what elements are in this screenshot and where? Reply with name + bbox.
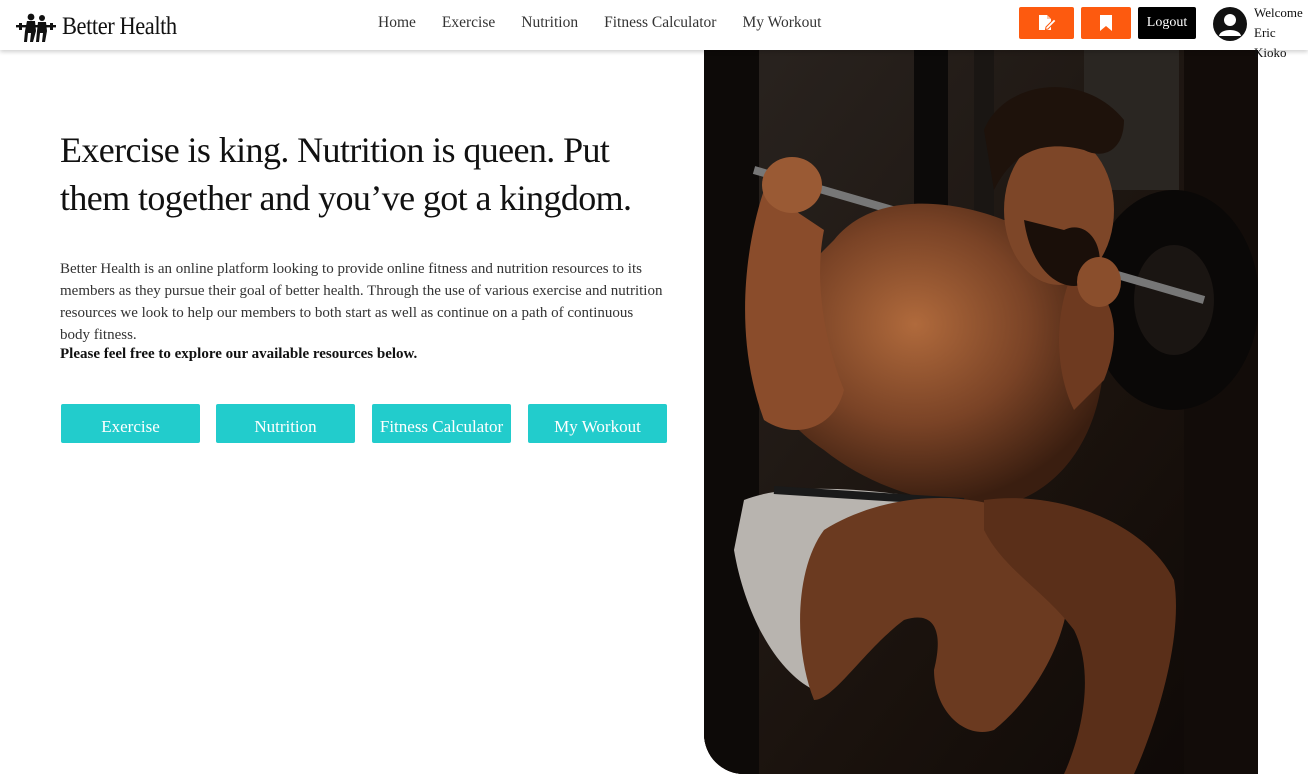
bookmark-icon	[1100, 15, 1112, 31]
nav-link-exercise[interactable]: Exercise	[442, 14, 495, 32]
hero-description: Better Health is an online platform look…	[60, 261, 663, 343]
hero-athlete-image	[704, 50, 1258, 774]
fitness-calculator-button[interactable]: Fitness Calculator	[372, 404, 511, 443]
user-name: Eric Kioko	[1254, 25, 1287, 60]
nav-link-my-workout[interactable]: My Workout	[742, 14, 821, 32]
welcome-label: Welcome	[1254, 5, 1303, 20]
nav-link-nutrition[interactable]: Nutrition	[521, 14, 578, 32]
hero-title: Exercise is king. Nutrition is queen. Pu…	[60, 130, 632, 218]
nutrition-button[interactable]: Nutrition	[216, 404, 355, 443]
brand-name: Better Health	[62, 13, 177, 40]
edit-document-icon	[1038, 15, 1057, 31]
hero-cta-text: Please feel free to explore our availabl…	[60, 346, 418, 362]
my-workout-button[interactable]: My Workout	[528, 404, 667, 443]
nav-link-home[interactable]: Home	[378, 14, 416, 32]
edit-document-button[interactable]	[1019, 7, 1074, 39]
logout-button[interactable]: Logout	[1138, 7, 1196, 39]
main-nav: Home Exercise Nutrition Fitness Calculat…	[378, 14, 847, 32]
fitness-people-logo-icon	[16, 13, 56, 42]
user-greeting: Welcome Eric Kioko	[1254, 3, 1308, 63]
user-avatar-icon[interactable]	[1213, 7, 1247, 41]
top-navbar: Better Health Home Exercise Nutrition Fi…	[0, 0, 1308, 60]
bookmark-button[interactable]	[1081, 7, 1131, 39]
exercise-button[interactable]: Exercise	[61, 404, 200, 443]
nav-link-fitness-calculator[interactable]: Fitness Calculator	[604, 14, 716, 32]
brand-home-link[interactable]: Better Health	[16, 9, 189, 45]
